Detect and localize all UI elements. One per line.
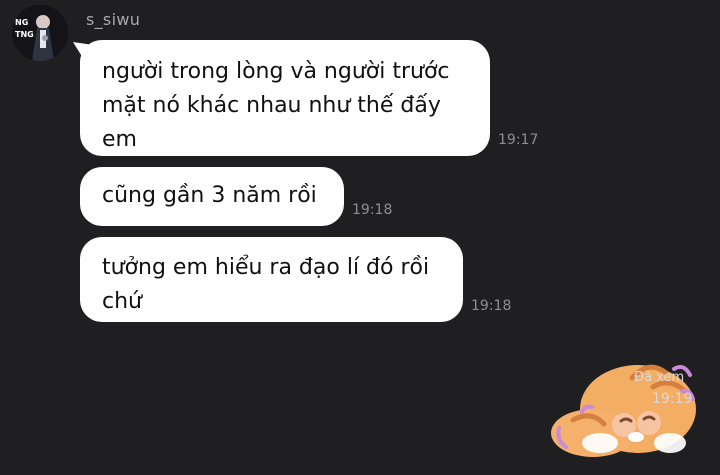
message-line: chứ <box>102 289 142 314</box>
message-time: 19:18 <box>352 202 393 218</box>
seen-status: Đã xem <box>634 370 685 385</box>
avatar-text-top: NG <box>15 18 28 27</box>
message-line: em <box>102 127 137 152</box>
message-time: 19:17 <box>498 132 539 148</box>
avatar-text-bottom: TNG <box>15 30 34 39</box>
message-line: cũng gần 3 năm rồi <box>102 183 317 208</box>
sticker-time: 19:19 <box>652 391 693 407</box>
message-bubble[interactable]: tưởng em hiểu ra đạo lí đó rồi chứ <box>80 237 463 322</box>
message-time: 19:18 <box>471 298 512 314</box>
sender-avatar[interactable]: NG TNG <box>12 5 68 61</box>
message-bubble[interactable]: cũng gần 3 năm rồi <box>80 167 344 226</box>
sender-name: s_siwu <box>86 10 141 29</box>
message-line: mặt nó khác nhau như thế đấy <box>102 93 441 118</box>
message-bubble[interactable]: người trong lòng và người trước mặt nó k… <box>80 40 490 156</box>
message-line: người trong lòng và người trước <box>102 59 450 84</box>
message-line: tưởng em hiểu ra đạo lí đó rồi <box>102 255 430 280</box>
avatar-photo-icon: NG TNG <box>12 5 68 61</box>
